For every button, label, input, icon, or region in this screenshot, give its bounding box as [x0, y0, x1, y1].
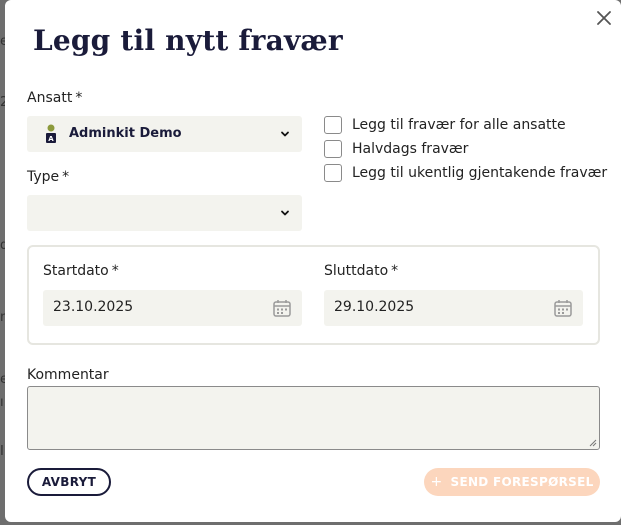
end-date-input[interactable]: 29.10.2025	[324, 290, 583, 326]
resize-handle-icon[interactable]	[589, 439, 597, 447]
required-marker: *	[391, 263, 399, 279]
date-range-group: Startdato * 23.10.2025 Sluttdato * 29.10.2…	[27, 245, 600, 345]
start-date-label-text: Startdato	[43, 263, 109, 279]
chevron-down-icon	[281, 210, 289, 216]
end-date-label: Sluttdato *	[324, 263, 398, 279]
employee-select[interactable]: A Adminkit Demo	[27, 116, 302, 152]
send-request-label: SEND FORESPØRSEL	[450, 475, 594, 489]
employee-label: Ansatt *	[27, 90, 82, 106]
type-select[interactable]	[27, 195, 302, 231]
calendar-icon[interactable]	[272, 298, 292, 318]
employee-selected-value: Adminkit Demo	[69, 126, 182, 141]
employee-label-text: Ansatt	[27, 90, 73, 106]
start-date-input[interactable]: 23.10.2025	[43, 290, 302, 326]
end-date-label-text: Sluttdato	[324, 263, 389, 279]
checkbox-label: Legg til ukentlig gjentakende fravær	[352, 165, 608, 181]
required-marker: *	[62, 169, 70, 185]
user-avatar-icon: A	[46, 124, 56, 143]
checkbox[interactable]	[324, 140, 342, 158]
checkbox[interactable]	[324, 164, 342, 182]
checkbox-all-employees[interactable]: Legg til fravær for alle ansatte	[324, 116, 566, 134]
avatar-letter: A	[48, 135, 54, 143]
send-request-button[interactable]: + SEND FORESPØRSEL	[424, 468, 600, 496]
checkbox-label: Legg til fravær for alle ansatte	[352, 117, 566, 133]
close-button[interactable]	[592, 6, 616, 30]
checkbox-label: Halvdags fravær	[352, 141, 469, 157]
checkbox-weekly-recurring[interactable]: Legg til ukentlig gjentakende fravær	[324, 164, 607, 182]
type-label: Type *	[27, 169, 69, 185]
close-icon	[597, 11, 611, 25]
end-date-value: 29.10.2025	[334, 299, 415, 315]
required-marker: *	[75, 90, 83, 106]
calendar-icon[interactable]	[553, 298, 573, 318]
start-date-value: 23.10.2025	[53, 299, 134, 315]
checkbox[interactable]	[324, 116, 342, 134]
cancel-button[interactable]: AVBRYT	[27, 468, 111, 496]
type-label-text: Type	[27, 169, 60, 185]
comment-textarea[interactable]	[27, 386, 600, 450]
plus-icon: +	[430, 474, 443, 490]
start-date-label: Startdato *	[43, 263, 119, 279]
add-absence-modal: Legg til nytt fravær Ansatt * A Adminkit …	[5, 0, 621, 522]
comment-label: Kommentar	[27, 367, 109, 383]
chevron-down-icon	[281, 131, 289, 137]
required-marker: *	[111, 263, 119, 279]
checkbox-half-day[interactable]: Halvdags fravær	[324, 140, 468, 158]
modal-title: Legg til nytt fravær	[33, 24, 343, 57]
